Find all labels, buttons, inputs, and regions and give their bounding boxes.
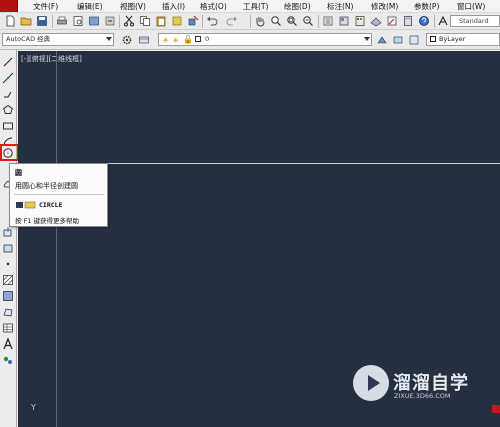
zoom-previous-icon[interactable]	[302, 15, 314, 27]
toolbar-separator	[52, 15, 53, 28]
menu-bar: 文件(F) 编辑(E) 视图(V) 插入(I) 格式(O) 工具(T) 绘图(D…	[0, 0, 500, 13]
tooltip-description: 用圆心和半径创建圆	[15, 182, 78, 190]
table-icon[interactable]	[2, 322, 14, 334]
cut-icon[interactable]	[123, 15, 135, 27]
workspace-settings-gear-icon[interactable]	[121, 34, 133, 46]
paste-icon[interactable]	[155, 15, 167, 27]
make-block-icon[interactable]	[2, 242, 14, 254]
polygon-icon[interactable]	[2, 104, 14, 116]
toolbar-separator	[250, 15, 251, 28]
color-swatch	[430, 36, 436, 42]
circle-tool-tooltip: 圆 用圆心和半径创建圆 CIRCLE 按 F1 键获得更多帮助	[9, 163, 108, 227]
app-logo-icon[interactable]	[0, 0, 18, 12]
tool-palettes-icon[interactable]	[354, 15, 366, 27]
menu-insert[interactable]: 插入(I)	[162, 1, 185, 12]
menu-tools[interactable]: 工具(T)	[243, 1, 268, 12]
properties-icon[interactable]	[322, 15, 334, 27]
3d-print-icon[interactable]	[104, 15, 116, 27]
layer-previous-icon[interactable]	[392, 34, 404, 46]
menu-window[interactable]: 窗口(W)	[457, 1, 485, 12]
rectangle-icon[interactable]	[2, 120, 14, 132]
menu-view[interactable]: 视图(V)	[120, 1, 146, 12]
add-selected-icon[interactable]	[2, 354, 14, 366]
current-layer-name: 0	[205, 35, 210, 43]
color-value: ByLayer	[439, 35, 466, 43]
text-style-icon[interactable]	[437, 15, 449, 27]
polyline-icon[interactable]	[2, 88, 14, 100]
make-layer-current-icon[interactable]	[376, 34, 388, 46]
save-icon[interactable]	[36, 15, 48, 27]
menu-modify[interactable]: 修改(M)	[371, 1, 398, 12]
text-style-dropdown[interactable]: Standard	[450, 15, 500, 27]
hatch-icon[interactable]	[2, 274, 14, 286]
pan-hand-icon[interactable]	[254, 15, 266, 27]
draw-toolbar	[0, 50, 17, 427]
standard-toolbar: Standard	[0, 13, 500, 30]
zoom-realtime-icon[interactable]	[270, 15, 282, 27]
layer-color-swatch	[195, 36, 201, 42]
chevron-down-icon	[106, 37, 112, 41]
construction-line-icon[interactable]	[2, 72, 14, 84]
print-icon[interactable]	[56, 15, 68, 27]
menu-parametric[interactable]: 参数(P)	[414, 1, 439, 12]
menu-draw[interactable]: 绘图(D)	[284, 1, 311, 12]
tooltip-title: 圆	[15, 169, 22, 177]
chevron-down-icon	[364, 37, 370, 41]
circle-tool-highlight	[0, 144, 19, 161]
help-icon[interactable]	[418, 15, 430, 27]
sheet-set-icon[interactable]	[370, 15, 382, 27]
menu-format[interactable]: 格式(O)	[200, 1, 227, 12]
toolbar-separator	[434, 15, 435, 28]
markup-icon[interactable]	[386, 15, 398, 27]
viewport-controls-label[interactable]: [-][俯视][二维线框]	[21, 54, 82, 64]
multiline-text-icon[interactable]	[2, 338, 14, 350]
design-center-icon[interactable]	[338, 15, 350, 27]
ucs-y-axis-label: Y	[31, 403, 36, 412]
layer-properties-icon[interactable]	[138, 34, 150, 46]
layer-state-icon[interactable]	[408, 34, 420, 46]
undo-icon[interactable]	[206, 15, 218, 27]
toolbar-separator	[119, 15, 120, 28]
plot-preview-icon[interactable]	[72, 15, 84, 27]
layer-dropdown[interactable]: ☀ ☀ 🔓 0	[158, 33, 372, 46]
block-editor-icon[interactable]	[187, 15, 199, 27]
corner-marker	[492, 405, 500, 413]
point-icon[interactable]	[2, 258, 14, 270]
copy-icon[interactable]	[139, 15, 151, 27]
publish-icon[interactable]	[88, 15, 100, 27]
match-properties-icon[interactable]	[171, 15, 183, 27]
workspace-dropdown[interactable]: AutoCAD 经典	[2, 33, 114, 46]
layer-freeze-sun-icon: ☀	[172, 36, 180, 45]
tooltip-help-hint: 按 F1 键获得更多帮助	[15, 217, 80, 225]
menu-dimension[interactable]: 标注(N)	[327, 1, 353, 12]
workspace-value: AutoCAD 经典	[6, 35, 51, 43]
color-dropdown[interactable]: ByLayer	[426, 33, 500, 46]
gradient-icon[interactable]	[2, 290, 14, 302]
redo-icon[interactable]	[226, 15, 238, 27]
insert-block-icon[interactable]	[2, 226, 14, 238]
open-file-icon[interactable]	[20, 15, 32, 27]
toolbar-separator	[318, 15, 319, 28]
new-file-icon[interactable]	[4, 15, 16, 27]
layer-on-bulb-icon: ☀	[162, 36, 170, 45]
watermark-play-icon	[368, 375, 380, 391]
properties-toolbar: AutoCAD 经典 ☀ ☀ 🔓 0 ByLayer	[0, 30, 500, 50]
toolbar-separator	[202, 15, 203, 28]
tooltip-command-name: CIRCLE	[39, 201, 63, 209]
menu-file[interactable]: 文件(F)	[33, 1, 58, 12]
line-icon[interactable]	[2, 56, 14, 68]
vertical-crosshair-line	[56, 51, 57, 427]
watermark-subtitle: ZIXUE.3D66.COM	[394, 392, 451, 400]
command-line-icon	[16, 201, 36, 209]
region-icon[interactable]	[2, 306, 14, 318]
zoom-window-icon[interactable]	[286, 15, 298, 27]
calculator-icon[interactable]	[402, 15, 414, 27]
layer-lock-icon: 🔓	[183, 35, 193, 44]
menu-edit[interactable]: 编辑(E)	[77, 1, 103, 12]
tooltip-divider	[14, 194, 104, 195]
